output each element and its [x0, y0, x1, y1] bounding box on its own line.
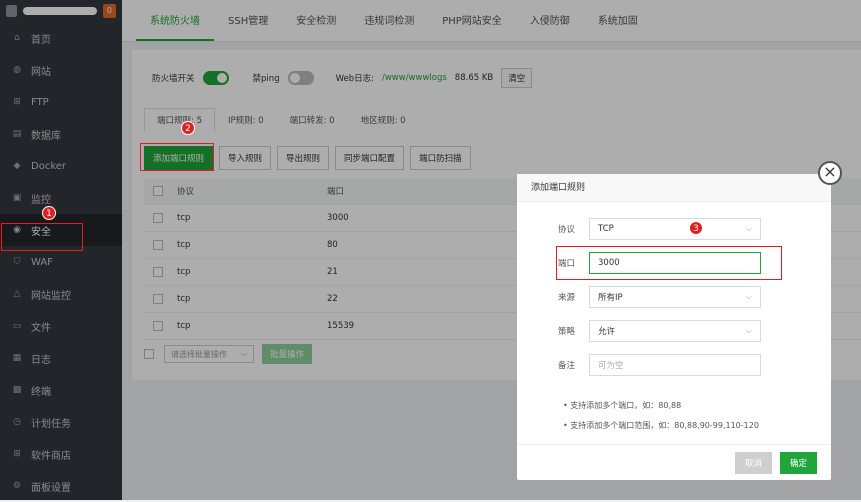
- confirm-button[interactable]: 确定: [779, 451, 817, 474]
- source-value: 所有IP: [598, 293, 623, 303]
- highlight-add-rule: [140, 143, 214, 171]
- add-port-rule-dialog: 添加端口规则 协议 TCP ⌵ 端口 3000 来源 所有IP ⌵ 策略 允许 ⌵ 备…: [517, 174, 831, 480]
- source-select[interactable]: 所有IP ⌵: [589, 286, 761, 308]
- step-marker-2: 2: [181, 121, 195, 135]
- dialog-title: 添加端口规则: [517, 174, 831, 202]
- source-label: 来源: [557, 293, 575, 303]
- highlight-security: [1, 223, 83, 251]
- dialog-footer: 取消 确定: [517, 444, 831, 480]
- hint-item: 支持添加多个端口，如：80,88: [563, 396, 759, 416]
- policy-select[interactable]: 允许 ⌵: [589, 320, 761, 342]
- policy-value: 允许: [598, 327, 616, 337]
- port-hints: 支持添加多个端口，如：80,88 支持添加多个端口范围，如：80,88,90-9…: [563, 396, 759, 436]
- cancel-button[interactable]: 取消: [734, 451, 772, 474]
- policy-row: 策略 允许 ⌵: [517, 320, 831, 342]
- hint-item: 支持添加多个端口范围，如：80,88,90-99,110-120: [563, 416, 759, 436]
- protocol-label: 协议: [557, 225, 575, 235]
- chevron-down-icon: ⌵: [745, 224, 752, 233]
- note-row: 备注 可为空: [517, 354, 831, 376]
- protocol-row: 协议 TCP ⌵: [517, 218, 831, 240]
- protocol-value: TCP: [598, 224, 614, 234]
- note-label: 备注: [557, 361, 575, 371]
- chevron-down-icon: ⌵: [745, 292, 752, 301]
- step-marker-1: 1: [42, 206, 56, 220]
- source-row: 来源 所有IP ⌵: [517, 286, 831, 308]
- protocol-select[interactable]: TCP ⌵: [589, 218, 761, 240]
- highlight-port-input: [556, 246, 782, 280]
- close-icon[interactable]: ×: [818, 161, 842, 185]
- step-marker-3: 3: [689, 221, 703, 235]
- chevron-down-icon: ⌵: [745, 326, 752, 335]
- note-input[interactable]: 可为空: [589, 354, 761, 376]
- note-placeholder: 可为空: [598, 361, 624, 371]
- policy-label: 策略: [557, 327, 575, 337]
